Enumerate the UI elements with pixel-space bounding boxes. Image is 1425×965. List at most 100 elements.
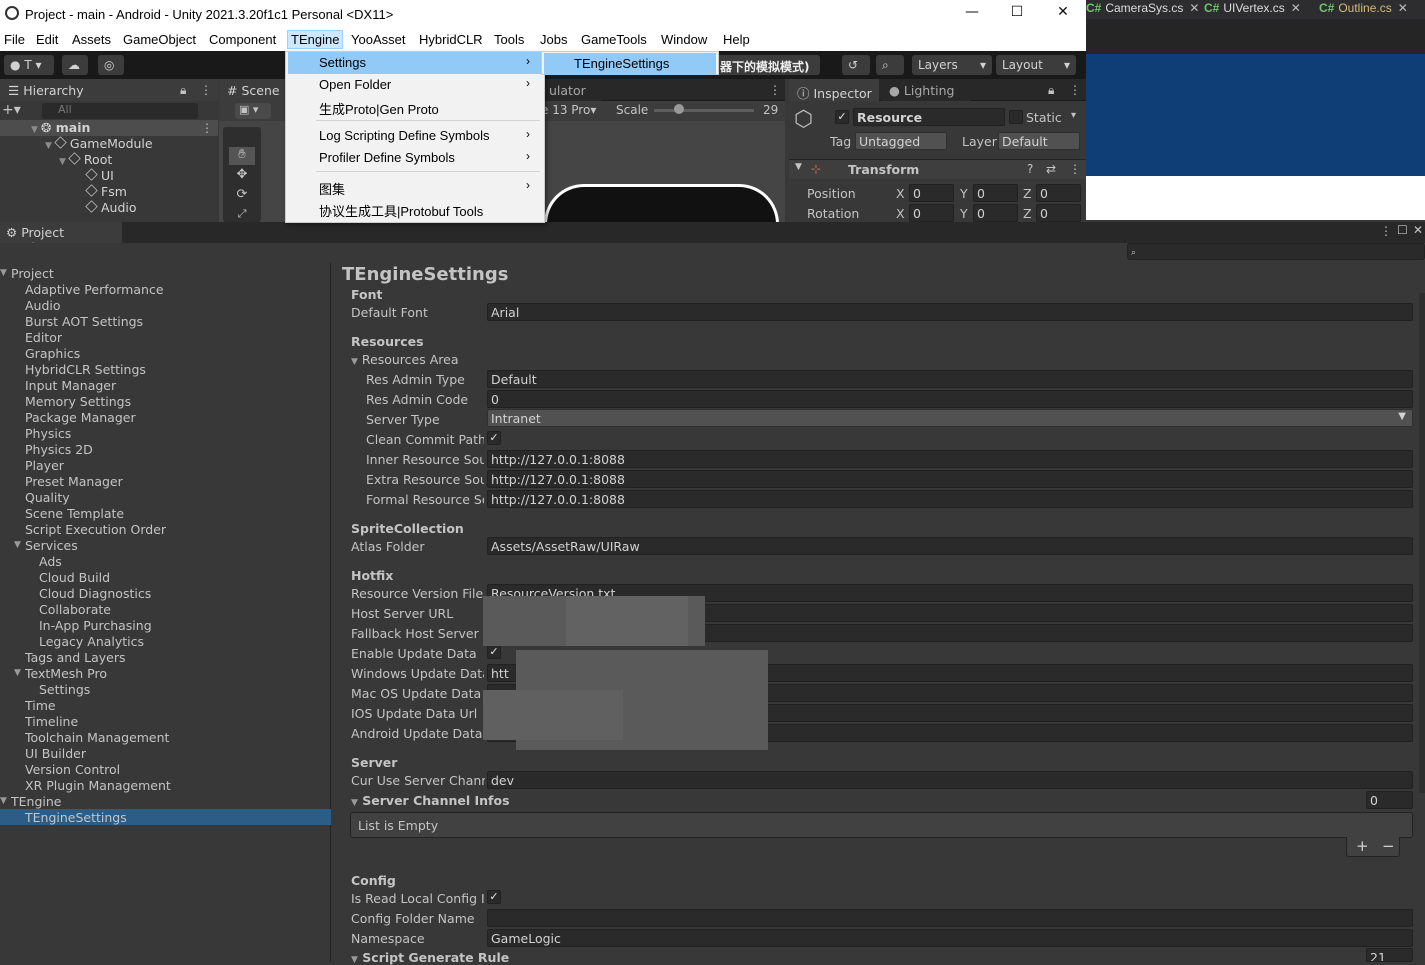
menu-item-gen-proto[interactable]: 生成Proto|Gen Proto: [288, 96, 542, 118]
settings-category-item[interactable]: ▼ TextMesh Pro: [14, 666, 107, 681]
settings-category-item[interactable]: Package Manager: [25, 410, 136, 425]
collab-icon[interactable]: ◎: [98, 55, 124, 75]
tree-item-audio[interactable]: Audio: [85, 200, 137, 215]
cur-channel-field[interactable]: dev: [487, 771, 1413, 789]
settings-category-item[interactable]: UI Builder: [25, 746, 86, 761]
menu-component[interactable]: Component: [209, 32, 276, 47]
channel-count-field[interactable]: 0: [1366, 791, 1413, 809]
rotation-y-field[interactable]: 0: [973, 204, 1018, 222]
enable-update-checkbox[interactable]: ✓: [487, 645, 501, 659]
collapse-icon[interactable]: ▼: [14, 540, 21, 550]
more-icon[interactable]: ⋮: [201, 121, 213, 135]
rotation-x-field[interactable]: 0: [909, 204, 954, 222]
settings-category-item[interactable]: XR Plugin Management: [25, 778, 171, 793]
minimize-button[interactable]: —: [952, 4, 992, 24]
server-type-dropdown[interactable]: Intranet ▼: [487, 409, 1413, 427]
menu-gameobject[interactable]: GameObject: [123, 32, 196, 47]
read-local-config-checkbox[interactable]: ✓: [487, 890, 501, 904]
inner-resource-field[interactable]: http://127.0.0.1:8088: [487, 450, 1413, 468]
hierarchy-search-input[interactable]: All: [42, 103, 198, 119]
menu-item-tengine-settings[interactable]: TEngineSettings: [544, 53, 716, 75]
layer-dropdown[interactable]: Default: [998, 132, 1080, 150]
settings-category-item[interactable]: Scene Template: [25, 506, 124, 521]
layout-dropdown[interactable]: Layout ▾: [996, 55, 1076, 75]
menu-item-protobuf-tools[interactable]: 协议生成工具|Protobuf Tools: [288, 198, 542, 220]
settings-category-item[interactable]: Physics: [25, 426, 71, 441]
more-icon[interactable]: ⋮: [1069, 162, 1081, 176]
tree-item-gamemodule[interactable]: ▼ GameModule: [45, 136, 153, 151]
help-icon[interactable]: ?: [1027, 162, 1033, 176]
layers-dropdown[interactable]: Layers ▾: [912, 55, 992, 75]
settings-category-item[interactable]: Physics 2D: [25, 442, 93, 457]
scale-slider[interactable]: [654, 109, 754, 112]
menu-gametools[interactable]: GameTools: [581, 32, 647, 47]
preset-icon[interactable]: ⇄: [1046, 162, 1056, 176]
hand-tool-icon[interactable]: ✋︎: [229, 147, 255, 165]
res-admin-code-field[interactable]: 0: [487, 390, 1413, 408]
atlas-folder-field[interactable]: Assets/AssetRaw/UIRaw: [487, 537, 1413, 555]
settings-category-item[interactable]: Ads: [39, 554, 62, 569]
settings-category-item[interactable]: Cloud Build: [39, 570, 110, 585]
scrollbar[interactable]: [1419, 293, 1425, 793]
settings-category-item[interactable]: Time: [25, 698, 56, 713]
more-icon[interactable]: ⋮: [1380, 224, 1392, 238]
settings-category-item[interactable]: Legacy Analytics: [39, 634, 144, 649]
config-folder-field[interactable]: [487, 909, 1413, 927]
settings-search-input[interactable]: ⌕: [1127, 243, 1425, 260]
move-tool-icon[interactable]: ✥: [229, 167, 255, 185]
chevron-down-icon[interactable]: ▾: [1071, 110, 1076, 121]
position-x-field[interactable]: 0: [909, 184, 954, 202]
settings-category-item[interactable]: Timeline: [25, 714, 78, 729]
collapse-icon[interactable]: ▼: [795, 162, 802, 172]
menu-item-settings[interactable]: Settings ›: [288, 52, 542, 74]
maximize-button[interactable]: ☐: [997, 4, 1037, 24]
settings-category-item[interactable]: Tags and Layers: [25, 650, 126, 665]
tree-item-main[interactable]: ▼ ❂ main: [31, 120, 90, 135]
tab-scene[interactable]: # Scene: [219, 79, 287, 101]
settings-category-item[interactable]: Editor: [25, 330, 62, 345]
settings-category-item[interactable]: Settings: [39, 682, 90, 697]
settings-category-item[interactable]: Cloud Diagnostics: [39, 586, 151, 601]
settings-category-item[interactable]: Preset Manager: [25, 474, 123, 489]
menu-tengine[interactable]: TEngine: [287, 30, 344, 49]
scale-tool-icon[interactable]: ⤢: [229, 207, 255, 221]
position-z-field[interactable]: 0: [1036, 184, 1081, 202]
menu-edit[interactable]: Edit: [36, 32, 58, 47]
collapse-icon[interactable]: ▼: [14, 668, 21, 678]
collapse-icon[interactable]: ▼: [0, 268, 7, 278]
close-icon[interactable]: ✕: [1413, 223, 1423, 237]
settings-category-item[interactable]: ▼ Services: [14, 538, 78, 553]
script-rule-foldout[interactable]: ▼ Script Generate Rule: [351, 950, 509, 965]
settings-category-item[interactable]: Burst AOT Settings: [25, 314, 143, 329]
settings-category-item[interactable]: Player: [25, 458, 64, 473]
tree-item-ui[interactable]: UI: [85, 168, 114, 183]
menu-item-log-symbols[interactable]: Log Scripting Define Symbols ›: [288, 125, 542, 147]
settings-category-item[interactable]: Version Control: [25, 762, 120, 777]
settings-category-item[interactable]: Memory Settings: [25, 394, 131, 409]
object-name-field[interactable]: Resource: [853, 108, 1005, 126]
settings-category-item[interactable]: In-App Purchasing: [39, 618, 152, 633]
tab-outline[interactable]: C# Outline.cs ✕: [1319, 1, 1408, 15]
menu-hybridclr[interactable]: HybridCLR: [419, 32, 483, 47]
position-y-field[interactable]: 0: [973, 184, 1018, 202]
res-admin-type-field[interactable]: Default: [487, 370, 1413, 388]
tag-dropdown[interactable]: Untagged: [855, 132, 947, 150]
resources-area-foldout[interactable]: ▼ Resources Area: [351, 352, 458, 367]
maximize-icon[interactable]: ☐: [1397, 223, 1408, 237]
tree-item-fsm[interactable]: Fsm: [85, 184, 127, 199]
cloud-icon[interactable]: ☁: [62, 55, 88, 75]
history-icon[interactable]: ↺: [842, 55, 870, 75]
tab-lighting[interactable]: ● Lighting: [881, 79, 971, 101]
static-checkbox[interactable]: [1009, 110, 1023, 124]
settings-category-item[interactable]: ▼ TEngine: [0, 794, 61, 809]
menu-jobs[interactable]: Jobs: [540, 32, 567, 47]
search-icon[interactable]: ⌕: [876, 55, 904, 75]
clean-commit-checkbox[interactable]: ✓: [487, 431, 501, 445]
remove-element-button[interactable]: −: [1382, 837, 1395, 855]
tab-camerasys[interactable]: C# CameraSys.cs ✕: [1086, 1, 1199, 15]
add-element-button[interactable]: +: [1356, 837, 1369, 855]
tab-inspector[interactable]: ⓘ Inspector: [789, 79, 879, 101]
lock-icon[interactable]: 🔒︎: [1048, 83, 1054, 98]
menu-item-profiler-symbols[interactable]: Profiler Define Symbols ›: [288, 147, 542, 169]
menu-window[interactable]: Window: [661, 32, 707, 47]
